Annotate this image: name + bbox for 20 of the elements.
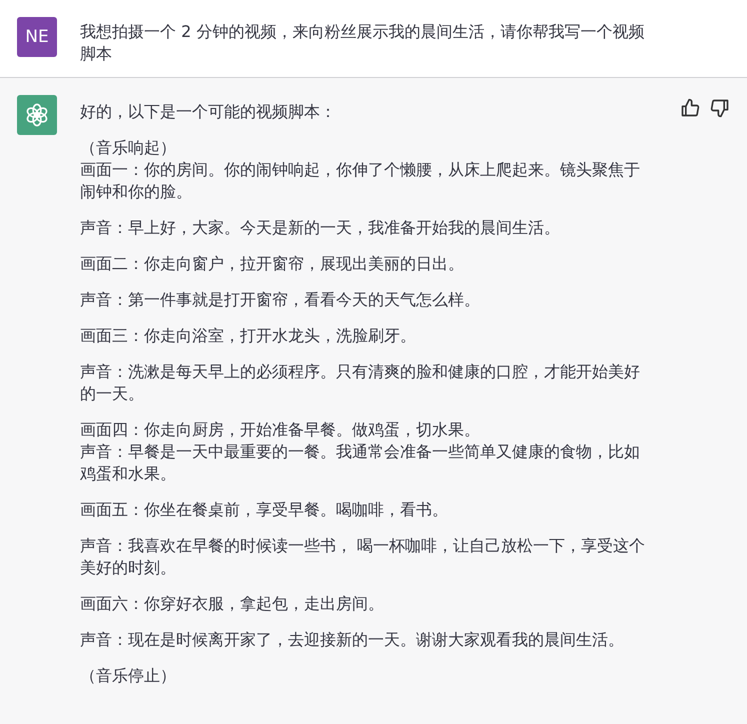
thumbs-up-icon[interactable] — [680, 98, 700, 118]
response-text: 声音：早餐是一天中最重要的一餐。我通常会准备一些简单又健康的食物，比如鸡蛋和水果。 — [80, 441, 641, 485]
response-text: 声音：现在是时候离开家了，去迎接新的一天。谢谢大家观看我的晨间生活。 — [80, 629, 625, 651]
response-text: 画面五：你坐在餐桌前，享受早餐。喝咖啡，看书。 — [80, 499, 449, 521]
response-text: 声音：早上好，大家。今天是新的一天，我准备开始我的晨间生活。 — [80, 217, 561, 239]
response-text: （音乐停止） — [80, 665, 177, 687]
response-text: 声音：我喜欢在早餐的时候读一些书， 喝一杯咖啡，让自己放松一下，享受这个美好的时刻。 — [80, 535, 646, 579]
knot-logo-icon — [24, 102, 50, 128]
response-text: 画面一：你的房间。你的闹钟响起，你伸了个懒腰，从床上爬起来。镜头聚焦于闹钟和你的脸。 — [80, 159, 641, 203]
user-avatar: NE — [17, 17, 57, 57]
response-text: 画面二：你走向窗户，拉开窗帘，展现出美丽的日出。 — [80, 253, 465, 275]
response-text: 声音：第一件事就是打开窗帘，看看今天的天气怎么样。 — [80, 289, 481, 311]
thumbs-down-icon[interactable] — [710, 98, 730, 118]
user-message-text: 我想拍摄一个 2 分钟的视频，来向粉丝展示我的晨间生活，请你帮我写一个视频脚本 — [80, 21, 646, 65]
response-text: 画面四：你走向厨房，开始准备早餐。做鸡蛋，切水果。 — [80, 419, 481, 441]
response-text: （音乐响起） — [80, 137, 177, 159]
response-text: 画面六：你穿好衣服，拿起包，走出房间。 — [80, 593, 385, 615]
response-text: 声音：洗漱是每天早上的必须程序。只有清爽的脸和健康的口腔，才能开始美好的一天。 — [80, 361, 641, 405]
response-text: 画面三：你走向浴室，打开水龙头，洗脸刷牙。 — [80, 325, 417, 347]
response-text: 好的，以下是一个可能的视频脚本： — [80, 101, 337, 123]
